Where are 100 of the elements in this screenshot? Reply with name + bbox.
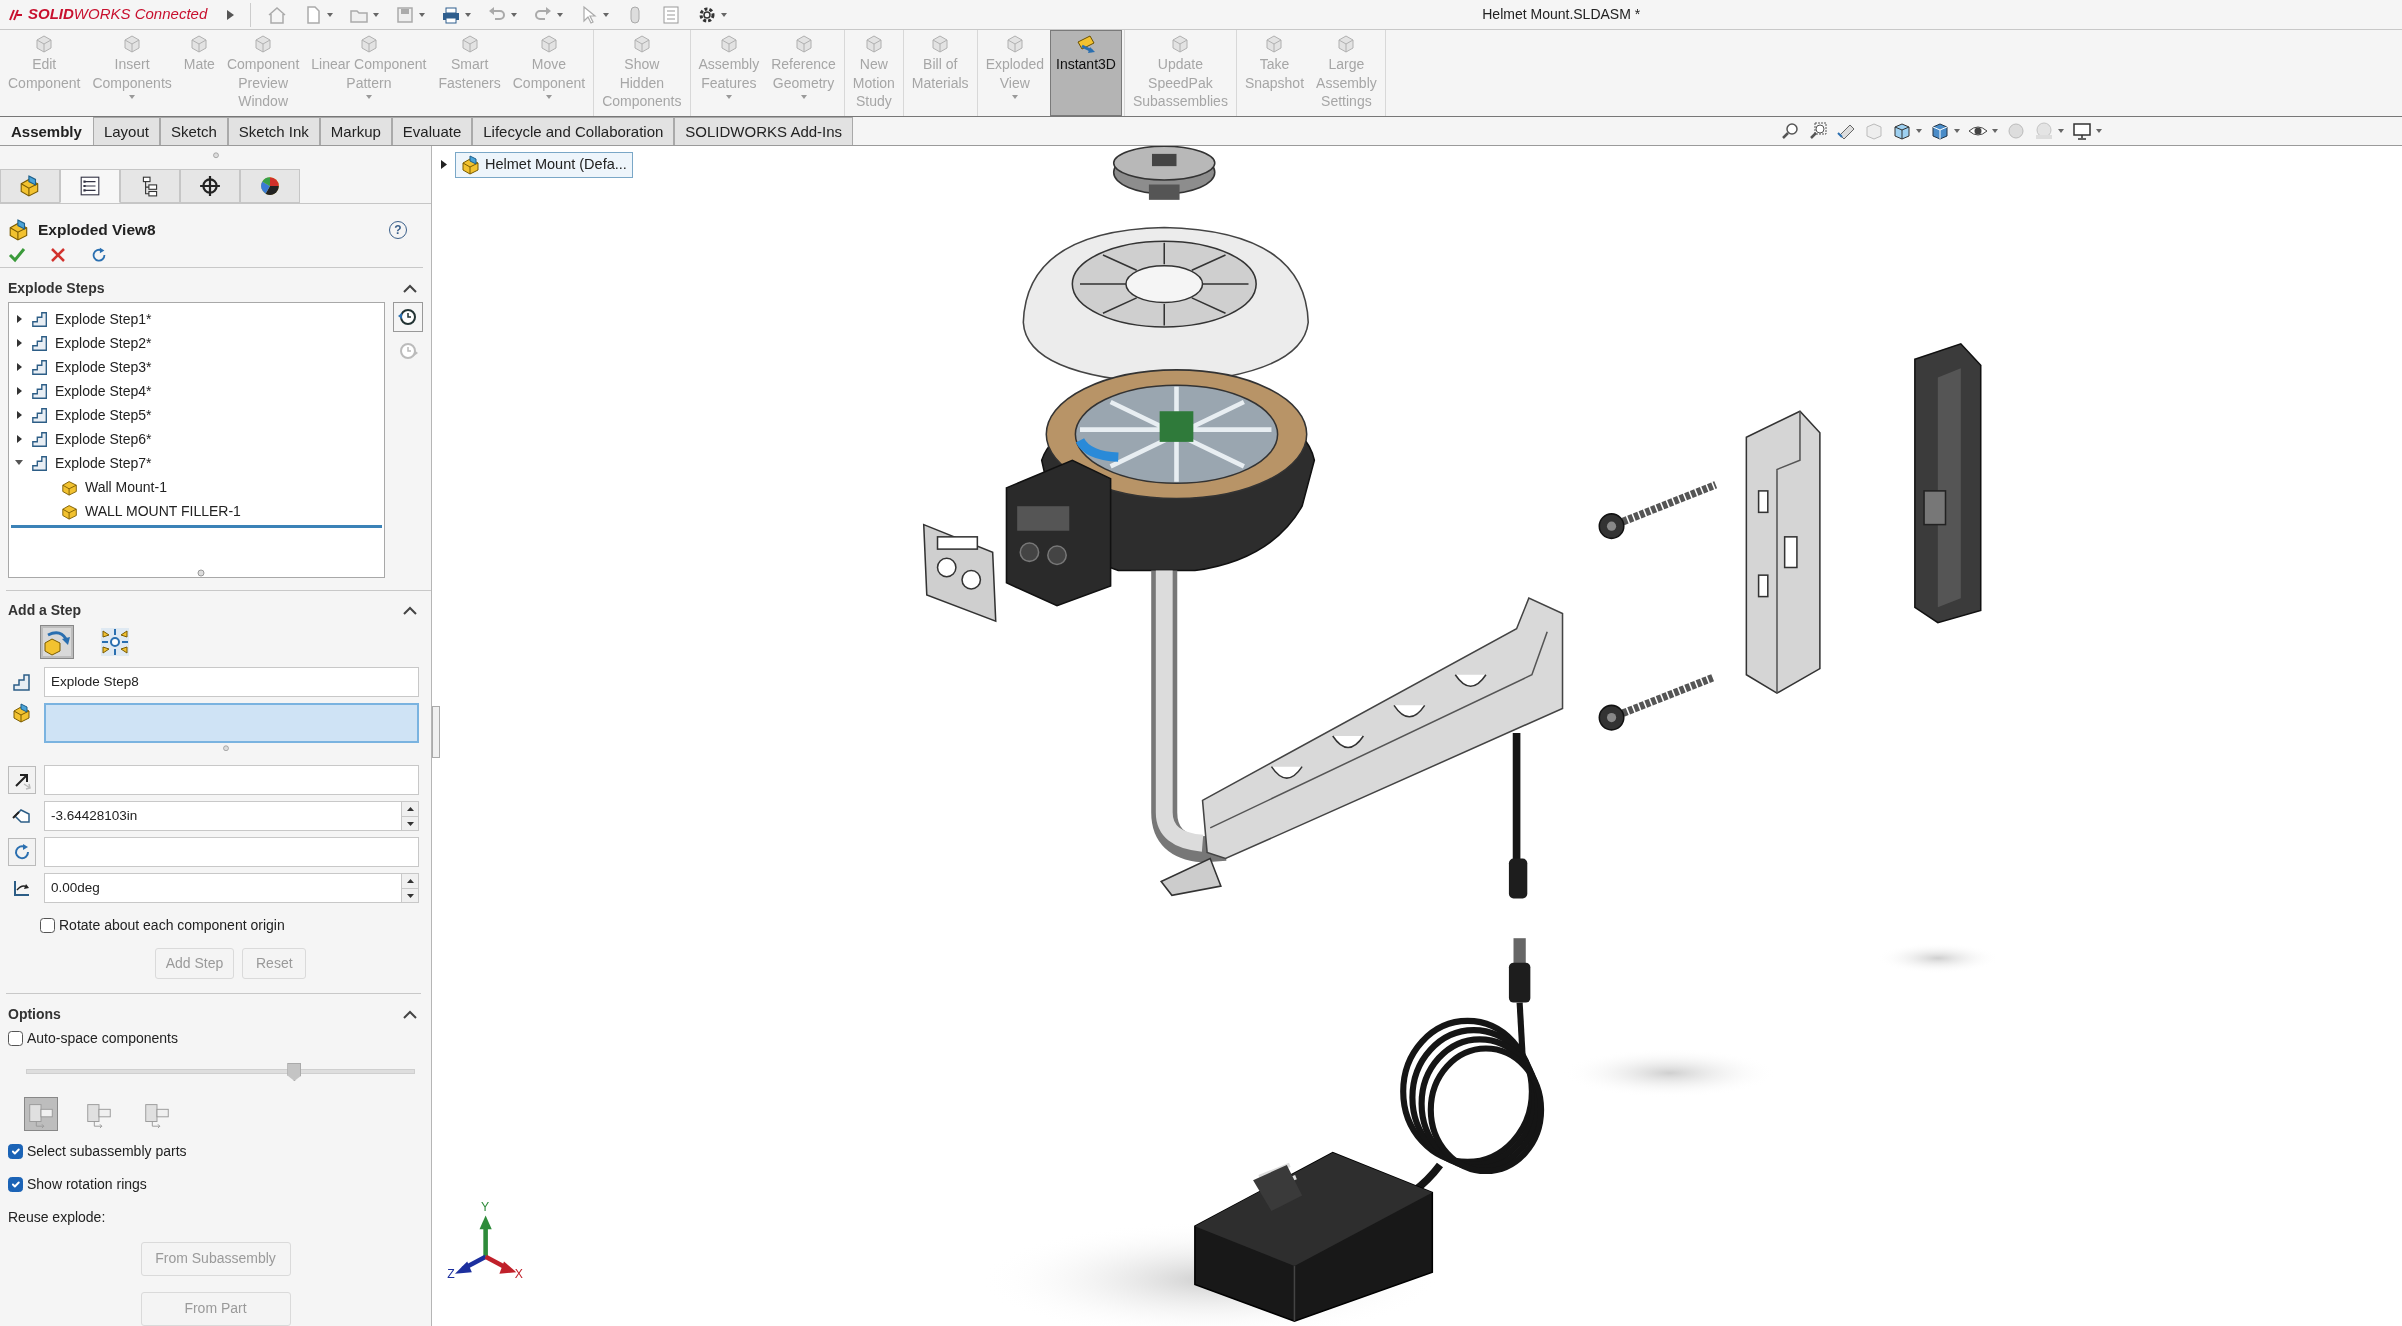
expand-arrow-icon[interactable] bbox=[15, 363, 23, 372]
grip-icon[interactable] bbox=[196, 569, 205, 578]
collapse-icon[interactable] bbox=[403, 1009, 417, 1019]
zoom-area-icon[interactable] bbox=[1808, 121, 1828, 141]
input-field[interactable]: 0.00deg bbox=[44, 873, 401, 904]
collapse-icon[interactable] bbox=[403, 606, 417, 616]
radial-explode-icon bbox=[100, 626, 130, 657]
checkbox[interactable] bbox=[8, 1031, 23, 1046]
close-icon[interactable] bbox=[50, 246, 66, 263]
ok-icon[interactable] bbox=[8, 245, 26, 264]
auto-space-slider[interactable] bbox=[26, 1061, 415, 1079]
rotate-button[interactable] bbox=[8, 838, 36, 867]
ribbon-tab[interactable]: SOLIDWORKS Add-Ins bbox=[674, 117, 854, 145]
cube-icon bbox=[19, 174, 41, 197]
expand-arrow-icon[interactable] bbox=[15, 435, 23, 444]
section-title: Explode Steps bbox=[8, 278, 105, 298]
direction-button[interactable] bbox=[8, 766, 36, 795]
printer-icon[interactable] bbox=[441, 4, 462, 25]
checkbox[interactable] bbox=[8, 1143, 23, 1159]
tree-item[interactable]: Explode Step5* bbox=[55, 404, 152, 426]
display-style-icon[interactable] bbox=[1930, 121, 1950, 141]
caret-icon[interactable] bbox=[2058, 129, 2064, 133]
ribbon-tab[interactable]: Markup bbox=[319, 117, 392, 145]
command-button[interactable]: Instant3D bbox=[1050, 30, 1122, 116]
explode-mode-button[interactable] bbox=[40, 624, 74, 659]
assembly-icon bbox=[461, 154, 481, 175]
brand-name: SOLIDWORKS Connected bbox=[28, 4, 208, 25]
panel-tab[interactable] bbox=[120, 168, 180, 203]
tree-item[interactable]: Explode Step4* bbox=[55, 380, 152, 402]
input-field[interactable] bbox=[44, 837, 419, 868]
view-orientation-icon[interactable] bbox=[1892, 121, 1912, 141]
caret-icon[interactable] bbox=[511, 12, 518, 17]
zoom-to-fit-icon[interactable] bbox=[1780, 121, 1800, 141]
caret-icon[interactable] bbox=[721, 12, 728, 17]
grip-icon[interactable] bbox=[211, 152, 220, 159]
expand-arrow-icon[interactable] bbox=[15, 387, 23, 396]
ribbon-tab[interactable]: Sketch bbox=[159, 117, 228, 145]
caret-icon[interactable] bbox=[557, 12, 564, 17]
caret-icon[interactable] bbox=[419, 12, 426, 17]
up-arrow-icon bbox=[406, 807, 414, 812]
tree-item[interactable]: Explode Step7* bbox=[55, 452, 152, 474]
ruler-icon bbox=[1076, 34, 1096, 54]
axis-label: Z bbox=[447, 1267, 455, 1282]
input-field[interactable]: Explode Step8 bbox=[44, 666, 419, 697]
component-icon bbox=[61, 478, 79, 497]
history-button[interactable] bbox=[393, 302, 423, 333]
cube-icon bbox=[459, 34, 480, 54]
caret-icon[interactable] bbox=[603, 12, 610, 17]
caret-icon[interactable] bbox=[1916, 129, 1922, 133]
collapse-icon[interactable] bbox=[403, 283, 417, 293]
caret-icon[interactable] bbox=[2096, 129, 2102, 133]
cube-icon bbox=[1336, 34, 1357, 54]
tree-item[interactable]: Wall Mount-1 bbox=[85, 476, 167, 498]
cube-icon bbox=[863, 34, 884, 54]
grip-icon[interactable] bbox=[222, 744, 230, 752]
stairs-icon bbox=[31, 334, 49, 353]
panel-tab[interactable] bbox=[240, 168, 300, 203]
expand-arrow-icon[interactable] bbox=[15, 339, 23, 348]
crosshair-icon bbox=[199, 174, 221, 197]
tree-item[interactable]: Explode Step1* bbox=[55, 308, 152, 330]
ribbon-tab[interactable]: Layout bbox=[92, 117, 160, 145]
cube-icon bbox=[1170, 34, 1191, 54]
cube-icon bbox=[122, 34, 143, 54]
stairs-icon bbox=[31, 382, 49, 401]
ribbon-tab[interactable]: Sketch Ink bbox=[227, 117, 320, 145]
cube-icon bbox=[34, 34, 55, 54]
input-field[interactable]: -3.64428103in bbox=[44, 801, 401, 832]
cube-icon bbox=[718, 34, 739, 54]
tree-item[interactable]: WALL MOUNT FILLER-1 bbox=[85, 500, 241, 522]
expand-arrow-icon[interactable] bbox=[441, 160, 447, 170]
stairs-icon bbox=[31, 310, 49, 329]
up-arrow-icon bbox=[406, 879, 414, 884]
tree-item[interactable]: Explode Step2* bbox=[55, 332, 152, 354]
monitor-icon[interactable] bbox=[2072, 121, 2092, 141]
cube-icon bbox=[631, 34, 652, 54]
expand-arrow-icon[interactable] bbox=[15, 411, 23, 420]
down-arrow-icon bbox=[406, 821, 414, 826]
checkbox[interactable] bbox=[40, 918, 55, 934]
checkbox-label: Rotate about each component origin bbox=[59, 916, 285, 936]
slider-thumb[interactable] bbox=[287, 1063, 302, 1081]
caret-icon[interactable] bbox=[1954, 129, 1960, 133]
chevron-right-icon[interactable] bbox=[227, 9, 235, 20]
caret-icon[interactable] bbox=[1992, 129, 1998, 133]
undo-icon[interactable] bbox=[90, 245, 108, 264]
caret-icon[interactable] bbox=[465, 12, 472, 17]
tree-item[interactable]: Explode Step3* bbox=[55, 356, 152, 378]
caret-icon[interactable] bbox=[373, 12, 380, 17]
input-field[interactable] bbox=[44, 765, 419, 796]
ribbon-tab[interactable]: Evaluate bbox=[391, 117, 473, 145]
expand-arrow-icon[interactable] bbox=[15, 315, 23, 324]
chain-mode-button[interactable] bbox=[24, 1096, 58, 1131]
ribbon-tab[interactable]: Lifecycle and Collaboration bbox=[472, 117, 675, 145]
reuse-label: Reuse explode: bbox=[7, 1207, 107, 1227]
tree-item[interactable]: Explode Step6* bbox=[55, 428, 152, 450]
cube-icon bbox=[358, 34, 379, 54]
checkbox[interactable] bbox=[8, 1176, 23, 1192]
panel-tab[interactable] bbox=[180, 168, 240, 203]
cube-icon bbox=[253, 34, 274, 54]
caret-icon[interactable] bbox=[327, 12, 334, 17]
axis-label: X bbox=[514, 1267, 523, 1282]
